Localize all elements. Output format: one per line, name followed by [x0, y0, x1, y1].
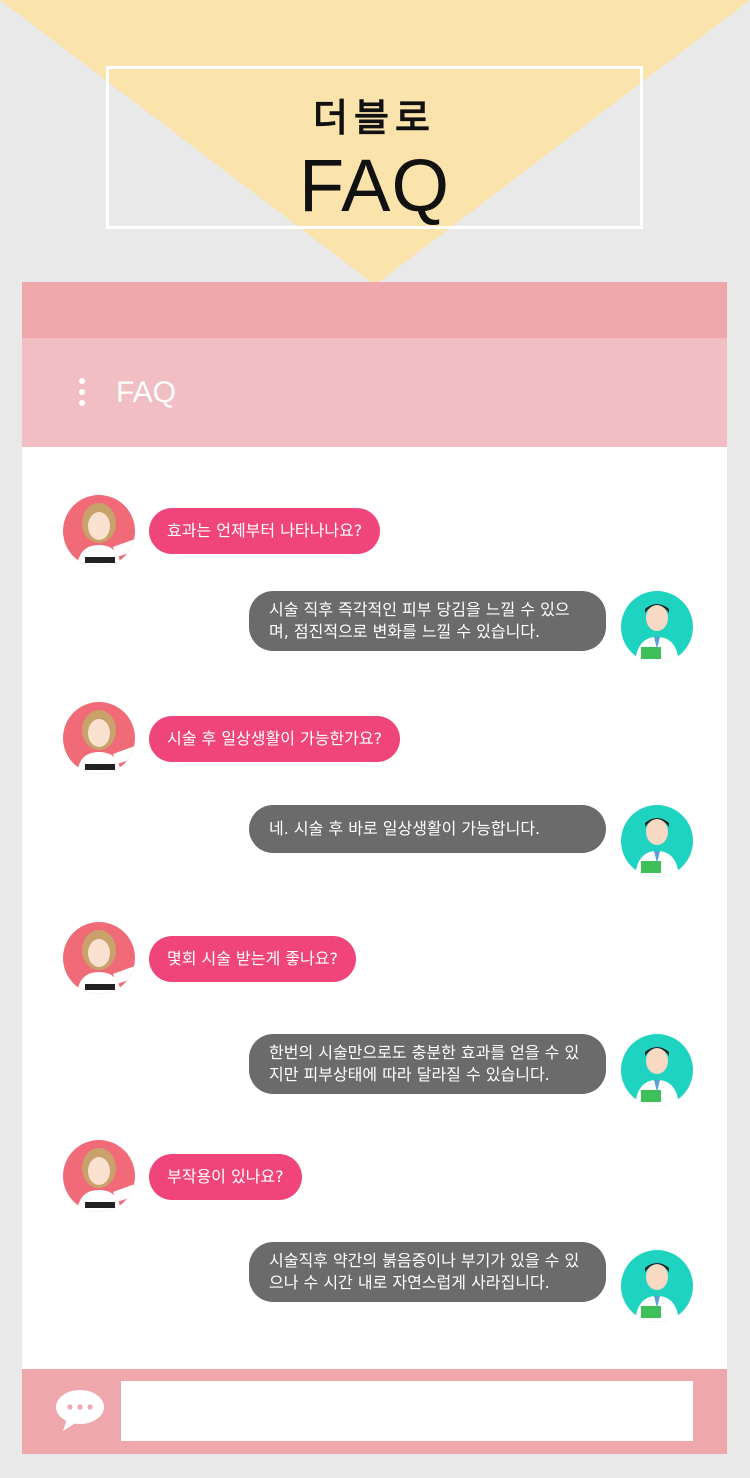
doctor-avatar: [621, 1034, 693, 1106]
menu-dots-icon[interactable]: [77, 378, 87, 408]
chat-window: FAQ 효과는 언제부터 나타나나요? 시술 직후 즉각적인 피부 당김을 느낄…: [22, 282, 727, 1454]
answer-bubble: 시술 직후 즉각적인 피부 당김을 느낄 수 있으며, 점진적으로 변화를 느낄…: [249, 591, 606, 651]
answer-bubble: 시술직후 약간의 붉음증이나 부기가 있을 수 있으나 수 시간 내로 자연스럽…: [249, 1242, 606, 1302]
doctor-avatar: [621, 591, 693, 663]
page-title-english: FAQ: [298, 144, 451, 227]
question-bubble: 효과는 언제부터 나타나나요?: [149, 508, 381, 554]
patient-avatar: [63, 495, 135, 567]
patient-avatar: [63, 702, 135, 774]
message-input[interactable]: [121, 1381, 693, 1441]
chat-top-bar: [22, 282, 727, 338]
chat-bubble-icon: [56, 1390, 104, 1431]
title-box: 더블로 FAQ: [106, 66, 643, 229]
question-bubble: 몇회 시술 받는게 좋나요?: [149, 936, 356, 982]
patient-avatar: [63, 922, 135, 994]
doctor-avatar: [621, 1250, 693, 1322]
chat-header: FAQ: [22, 338, 727, 447]
patient-avatar: [63, 1140, 135, 1212]
chat-header-label: FAQ: [116, 376, 177, 409]
answer-bubble: 한번의 시술만으로도 충분한 효과를 얻을 수 있지만 피부상태에 따라 달라질…: [249, 1034, 606, 1094]
doctor-avatar: [621, 805, 693, 877]
chat-footer: [22, 1369, 727, 1454]
answer-bubble: 네. 시술 후 바로 일상생활이 가능합니다.: [249, 805, 606, 853]
question-bubble: 시술 후 일상생활이 가능한가요?: [149, 716, 401, 762]
page-title-korean: 더블로: [313, 96, 436, 140]
question-bubble: 부작용이 있나요?: [149, 1154, 302, 1200]
